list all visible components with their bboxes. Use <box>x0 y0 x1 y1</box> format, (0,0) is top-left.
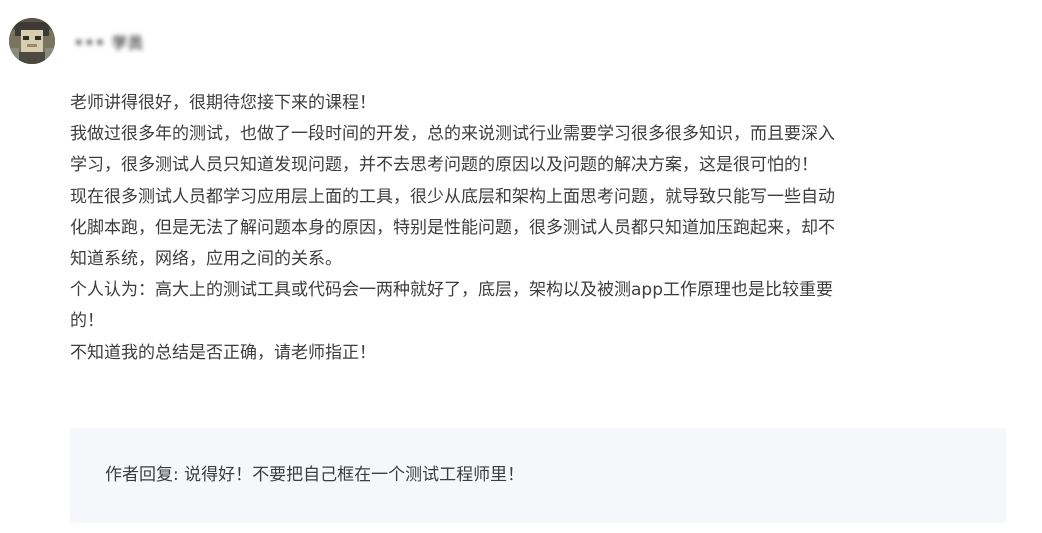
comment-line: 不知道我的总结是否正确，请老师指正！ <box>70 342 376 363</box>
user-avatar[interactable] <box>9 18 55 64</box>
author-reply-text: 作者回复: 说得好！不要把自己框在一个测试工程师里！ <box>105 465 525 485</box>
user-avatar-icon <box>9 18 55 64</box>
author-reply-box: 作者回复: 说得好！不要把自己框在一个测试工程师里！ <box>70 428 1006 523</box>
comment-line: 学习，很多测试人员只知道发现问题，并不去思考问题的原因以及问题的解决方案，这是很… <box>70 155 818 176</box>
comment-line: 老师讲得很好，很期待您接下来的课程！ <box>70 93 376 113</box>
comment-line: 个人认为：高大上的测试工具或代码会一两种就好了，底层，架构以及被测app工作原理… <box>70 280 833 301</box>
comment-line: 我做过很多年的测试，也做了一段时间的开发，总的来说测试行业需要学习很多很多知识，… <box>70 124 835 145</box>
username[interactable]: ••• 学员 <box>74 32 144 52</box>
username-text: ••• 学员 <box>74 33 144 52</box>
comment-line: 化脚本跑，但是无法了解问题本身的原因，特别是性能问题，很多测试人员都只知道加压跑… <box>70 217 835 238</box>
comment-line: 的！ <box>70 311 104 332</box>
comment-line: 现在很多测试人员都学习应用层上面的工具，很少从底层和架构上面思考问题，就导致只能… <box>70 186 835 207</box>
comment-line: 知道系统，网络，应用之间的关系。 <box>70 248 342 269</box>
comment-body: 老师讲得很好，很期待您接下来的课程！ 我做过很多年的测试，也做了一段时间的开发，… <box>70 88 1010 369</box>
